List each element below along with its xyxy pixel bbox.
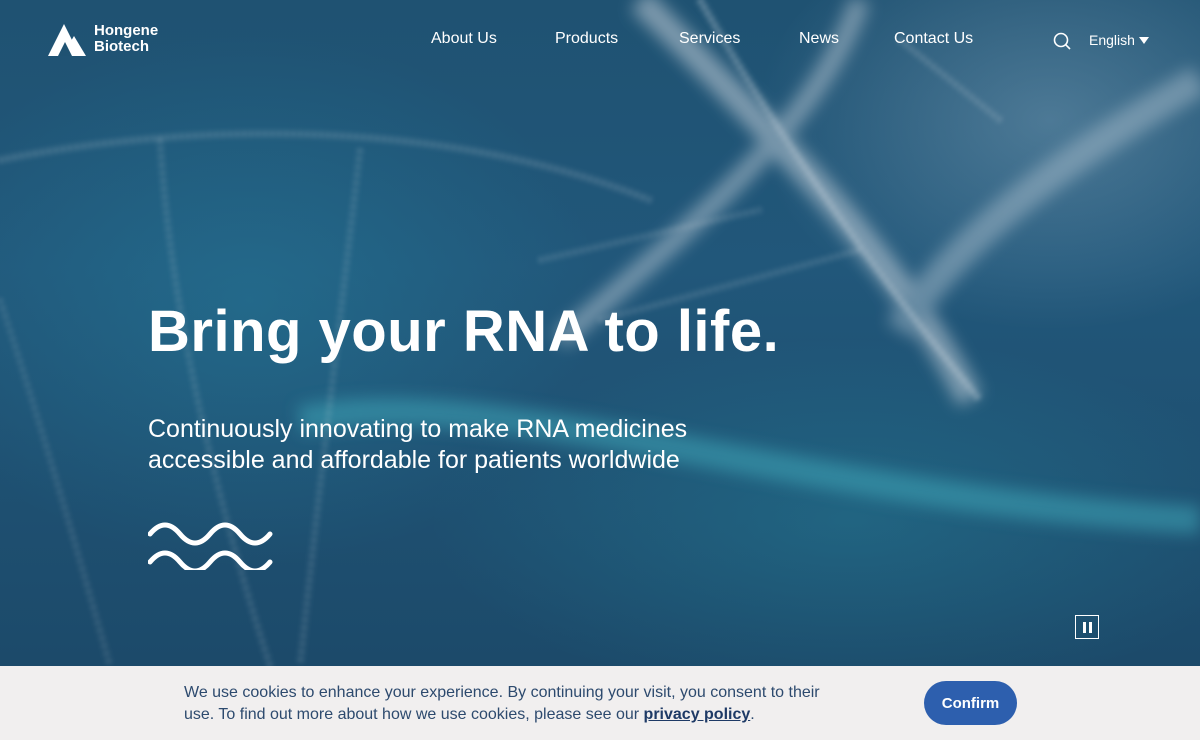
caret-down-icon: [1138, 36, 1149, 44]
hero-headline: Bring your RNA to life.: [148, 299, 780, 364]
language-selector[interactable]: English: [1089, 32, 1149, 48]
nav-item-services[interactable]: Services: [679, 30, 740, 48]
privacy-policy-link[interactable]: privacy policy: [644, 706, 751, 723]
hero-subheadline: Continuously innovating to make RNA medi…: [148, 415, 688, 474]
cookie-banner: We use cookies to enhance your experienc…: [0, 666, 1200, 740]
nav-item-news[interactable]: News: [799, 30, 839, 48]
pause-icon-bar: [1088, 621, 1092, 633]
nav-item-contact-us[interactable]: Contact Us: [894, 30, 973, 48]
language-label: English: [1089, 32, 1135, 48]
nav-item-products[interactable]: Products: [555, 30, 618, 48]
confirm-button[interactable]: Confirm: [924, 681, 1017, 725]
cookie-message: We use cookies to enhance your experienc…: [184, 682, 834, 726]
nav-item-about-us[interactable]: About Us: [431, 30, 497, 48]
waves-icon: [148, 522, 273, 570]
pause-button[interactable]: [1075, 615, 1099, 639]
cookie-text-end: .: [750, 706, 755, 723]
hero-banner: Hongene Biotech About Us Products Servic…: [0, 0, 1200, 666]
main-nav: About Us Products Services News Contact …: [0, 30, 1200, 52]
search-icon[interactable]: [1053, 32, 1071, 50]
pause-icon: [1082, 621, 1086, 633]
